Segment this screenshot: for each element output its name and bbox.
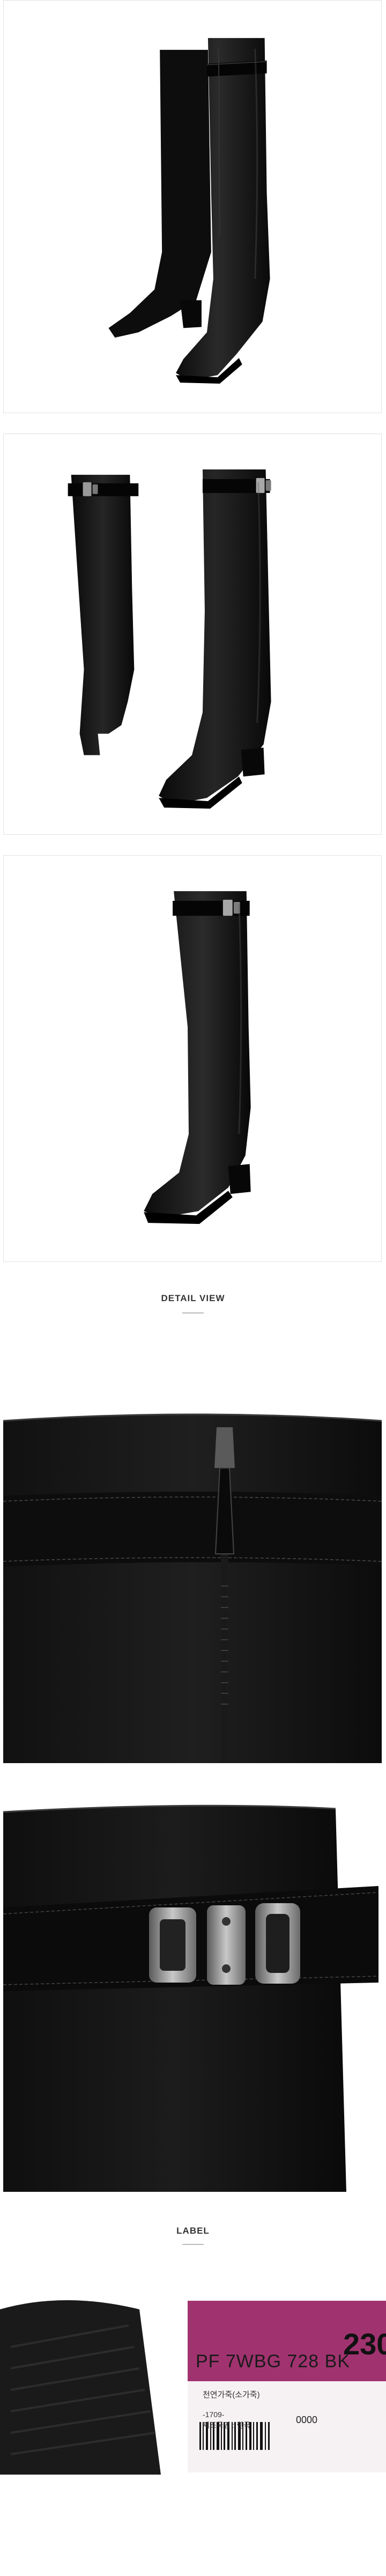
label-price: 0000 <box>296 2414 318 2425</box>
section-title-detail-view: DETAIL VIEW <box>161 1293 225 1303</box>
product-photo-side <box>3 0 382 413</box>
product-photo-pair <box>3 434 382 835</box>
label-origin: 제조국명 : 한국 <box>203 2421 250 2430</box>
label-material: 천연가죽(소가죽) <box>203 2390 260 2399</box>
section-divider <box>182 1312 204 1313</box>
zipper-detail-image <box>3 1361 382 1763</box>
detail-photo-zipper <box>3 1361 382 1763</box>
label-date: -1709- <box>203 2410 225 2419</box>
buckle-detail-image <box>3 1779 382 2192</box>
detail-photo-buckle <box>3 1779 382 2192</box>
section-divider <box>182 2244 204 2245</box>
label-size: 230 <box>343 2327 386 2361</box>
product-photo-outer-side <box>3 855 382 1262</box>
boot-outer-side-image <box>144 891 251 1224</box>
boot-pair-image <box>68 469 271 809</box>
label-photo: PF 7WBG 728 BK 230 천연가죽(소가죽) -1709- 0000… <box>0 2288 386 2475</box>
section-title-label: LABEL <box>176 2226 210 2236</box>
label-image <box>0 2288 386 2475</box>
boot-side-image <box>108 38 270 384</box>
label-code: PF 7WBG 728 BK <box>196 2351 350 2372</box>
